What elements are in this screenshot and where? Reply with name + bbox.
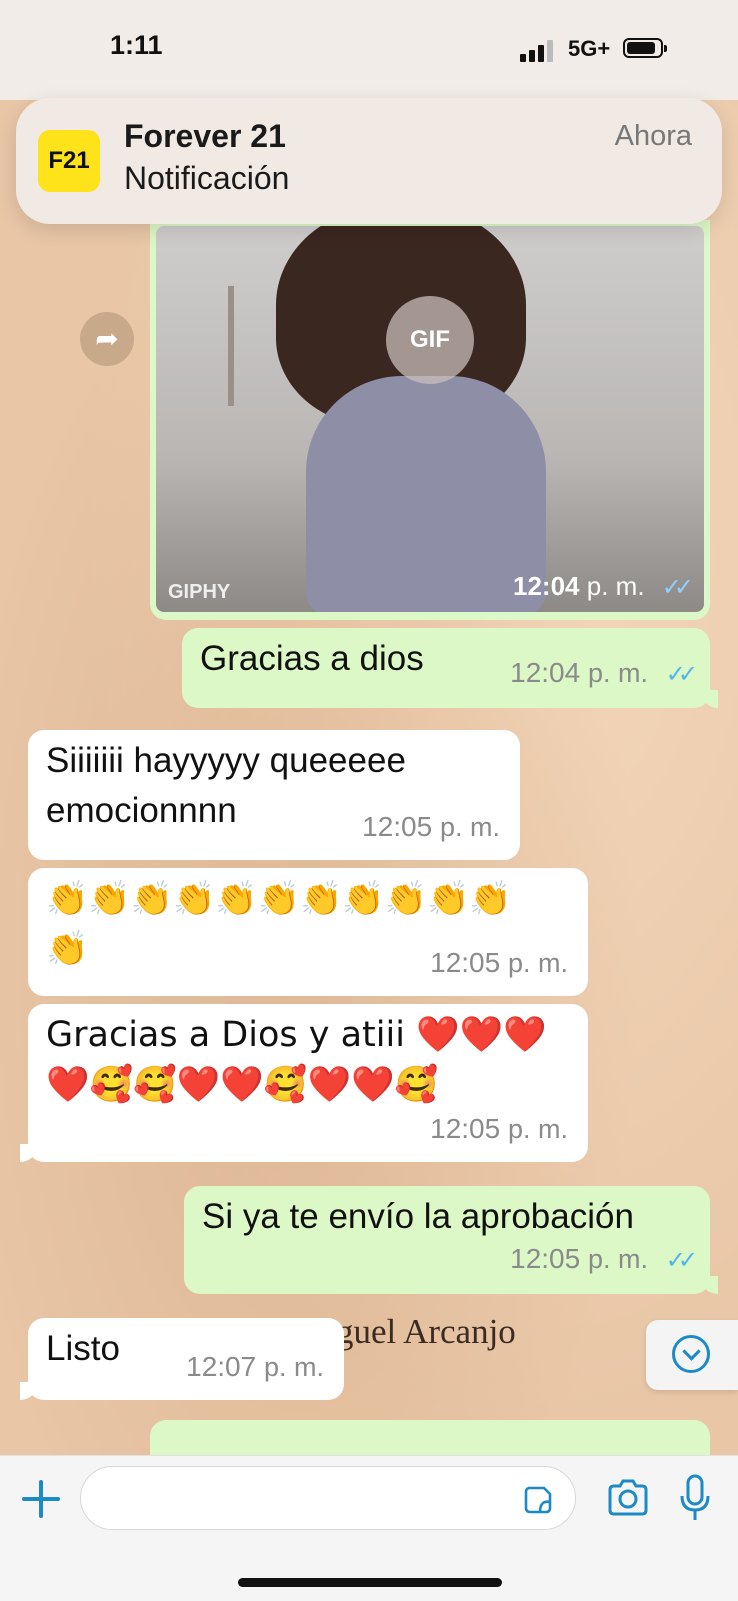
message-timestamp: 12:05 p. m. [362,802,500,852]
message-bubble-incoming[interactable]: Siiiiiii hayyyyy queeeee emocionnnn 12:0… [28,730,520,860]
timestamp-time: 12:05 [362,811,433,842]
app-logo: F21 [38,130,100,192]
scroll-to-bottom-button[interactable] [646,1320,738,1390]
timestamp-ampm: p. m. [507,948,568,978]
timestamp-time: 12:05 [510,1243,581,1274]
plus-icon[interactable] [20,1478,62,1520]
message-line: emocionnnn [46,791,237,830]
notification-app-name: Forever 21 [124,118,286,154]
message-bubble-outgoing[interactable]: Gracias a dios 12:04 p. m. ✓✓ [182,628,718,708]
message-bubble-outgoing[interactable]: Si ya te envío la aprobación 12:05 p. m.… [184,1186,718,1294]
chevron-down-icon [672,1335,710,1373]
timestamp-time: 12:05 [430,1113,501,1144]
wallpaper-text: guel Arcanjo [336,1312,516,1351]
message-timestamp: 12:05 p. m. [430,938,568,988]
giphy-watermark: GIPHY [168,581,231,603]
notification-banner[interactable]: F21 Forever 21 Notificación Ahora [16,98,722,224]
notification-time: Ahora [614,120,692,152]
gif-message[interactable]: GIF GIPHY 12:04 p. m. ✓✓ [150,220,710,620]
signal-icon [520,38,560,62]
message-line: 👏👏👏👏👏👏👏👏👏👏👏 [46,879,512,919]
network-type: 5G+ [568,36,611,61]
timestamp-ampm: p. m. [587,658,648,688]
camera-icon[interactable] [606,1478,650,1518]
timestamp-time: 12:04 [513,571,580,601]
bubble-tail [20,1382,38,1400]
timestamp-time: 12:04 [510,657,581,688]
message-bubble-incoming[interactable]: Listo 12:07 p. m. [20,1318,344,1400]
notification-body: Notificación [124,160,290,196]
bubble-tail [20,1144,38,1162]
timestamp-ampm: p. m. [507,1114,568,1144]
timestamp-ampm: p. m. [439,812,500,842]
status-bar: 1:11 5G+ [0,0,738,100]
mic-icon[interactable] [678,1474,712,1522]
timestamp-time: 12:07 [186,1351,257,1382]
bubble-tail [700,1276,718,1294]
message-timestamp: 12:05 p. m. ✓✓ [510,1234,698,1286]
sticker-icon[interactable] [522,1484,554,1516]
message-input[interactable] [80,1466,576,1530]
message-bubble-incoming[interactable]: 👏👏👏👏👏👏👏👏👏👏👏 👏 12:05 p. m. [28,868,588,996]
message-line: Gracias a Dios y atiii ❤️❤️❤️ [46,1015,547,1055]
status-time: 1:11 [110,30,163,60]
bubble-tail [700,690,718,708]
gif-scene-door [228,286,234,406]
battery-icon [623,38,667,58]
home-indicator [238,1578,502,1587]
message-line: Siiiiiii hayyyyy queeeee [46,741,406,780]
message-timestamp: 12:07 p. m. [186,1342,324,1392]
message-text: Listo [46,1329,120,1368]
message-line: ❤️🥰🥰❤️❤️🥰❤️❤️🥰 [46,1065,439,1105]
gif-scene-figure-body [306,376,546,612]
message-line: 👏 [46,929,89,969]
message-timestamp: 12:05 p. m. [430,1104,568,1154]
read-ticks-icon: ✓✓ [665,1247,698,1274]
read-ticks-icon: ✓✓ [665,661,698,688]
read-ticks-icon: ✓✓ [661,574,694,601]
gif-media[interactable]: GIF GIPHY 12:04 p. m. ✓✓ [156,226,704,612]
gif-play-badge[interactable]: GIF [386,296,474,384]
timestamp-time: 12:05 [430,947,501,978]
timestamp-ampm: p. m. [586,571,645,601]
timestamp-ampm: p. m. [263,1352,324,1382]
message-timestamp: 12:04 p. m. ✓✓ [513,571,694,602]
message-text: Gracias a Dios y atiii ❤️❤️❤️ ❤️🥰🥰❤️❤️🥰❤… [46,1010,547,1110]
message-text: Gracias a dios [200,639,424,678]
message-timestamp: 12:04 p. m. ✓✓ [510,648,698,700]
timestamp-ampm: p. m. [587,1244,648,1274]
message-bubble-incoming[interactable]: Gracias a Dios y atiii ❤️❤️❤️ ❤️🥰🥰❤️❤️🥰❤… [20,1004,588,1162]
message-bubble-outgoing-partial[interactable] [150,1420,710,1460]
message-text: Siiiiiii hayyyyy queeeee emocionnnn [46,736,406,836]
forward-icon[interactable]: ➦ [80,312,134,366]
